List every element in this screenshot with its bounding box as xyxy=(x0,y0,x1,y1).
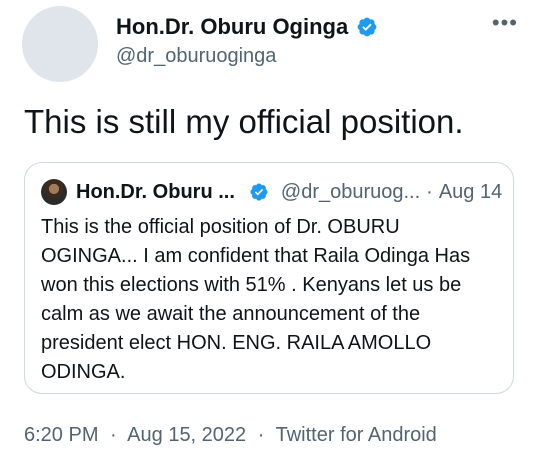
tweet-time[interactable]: 6:20 PM xyxy=(24,424,98,446)
quoted-tweet-date[interactable]: Aug 14 xyxy=(439,181,502,204)
separator-dot: · xyxy=(426,180,433,203)
separator-dot: · xyxy=(257,424,265,446)
verified-badge-icon xyxy=(250,183,268,201)
tweet-date[interactable]: Aug 15, 2022 xyxy=(127,424,246,446)
quoted-author-name: Hon.Dr. Oburu ... xyxy=(76,180,235,203)
verified-badge-icon xyxy=(357,17,377,37)
tweet-text: This is still my official position. xyxy=(24,103,464,140)
tweet-meta: 6:20 PM · Aug 15, 2022 · Twitter for And… xyxy=(24,424,437,447)
quoted-author-handle: @dr_oburuog... xyxy=(280,180,421,203)
tweet-source[interactable]: Twitter for Android xyxy=(276,424,437,446)
more-options-icon[interactable]: ••• xyxy=(492,12,518,34)
quoted-author-avatar xyxy=(41,179,67,205)
quoted-tweet-text: This is the official position of Dr. OBU… xyxy=(41,216,471,383)
author-name-row: Hon.Dr. Oburu Oginga xyxy=(116,14,378,40)
quoted-tweet[interactable]: Hon.Dr. Oburu ... @dr_oburuog... · Aug 1… xyxy=(24,162,514,394)
author-name[interactable]: Hon.Dr. Oburu Oginga xyxy=(116,14,348,40)
separator-dot: · xyxy=(110,424,117,446)
author-handle[interactable]: @dr_oburuoginga xyxy=(116,45,276,68)
tweet-card: Hon.Dr. Oburu Oginga @dr_oburuoginga •••… xyxy=(0,0,538,465)
quoted-tweet-header: Hon.Dr. Oburu ... @dr_oburuog... · Aug 1… xyxy=(41,179,502,205)
author-avatar[interactable] xyxy=(22,6,98,82)
